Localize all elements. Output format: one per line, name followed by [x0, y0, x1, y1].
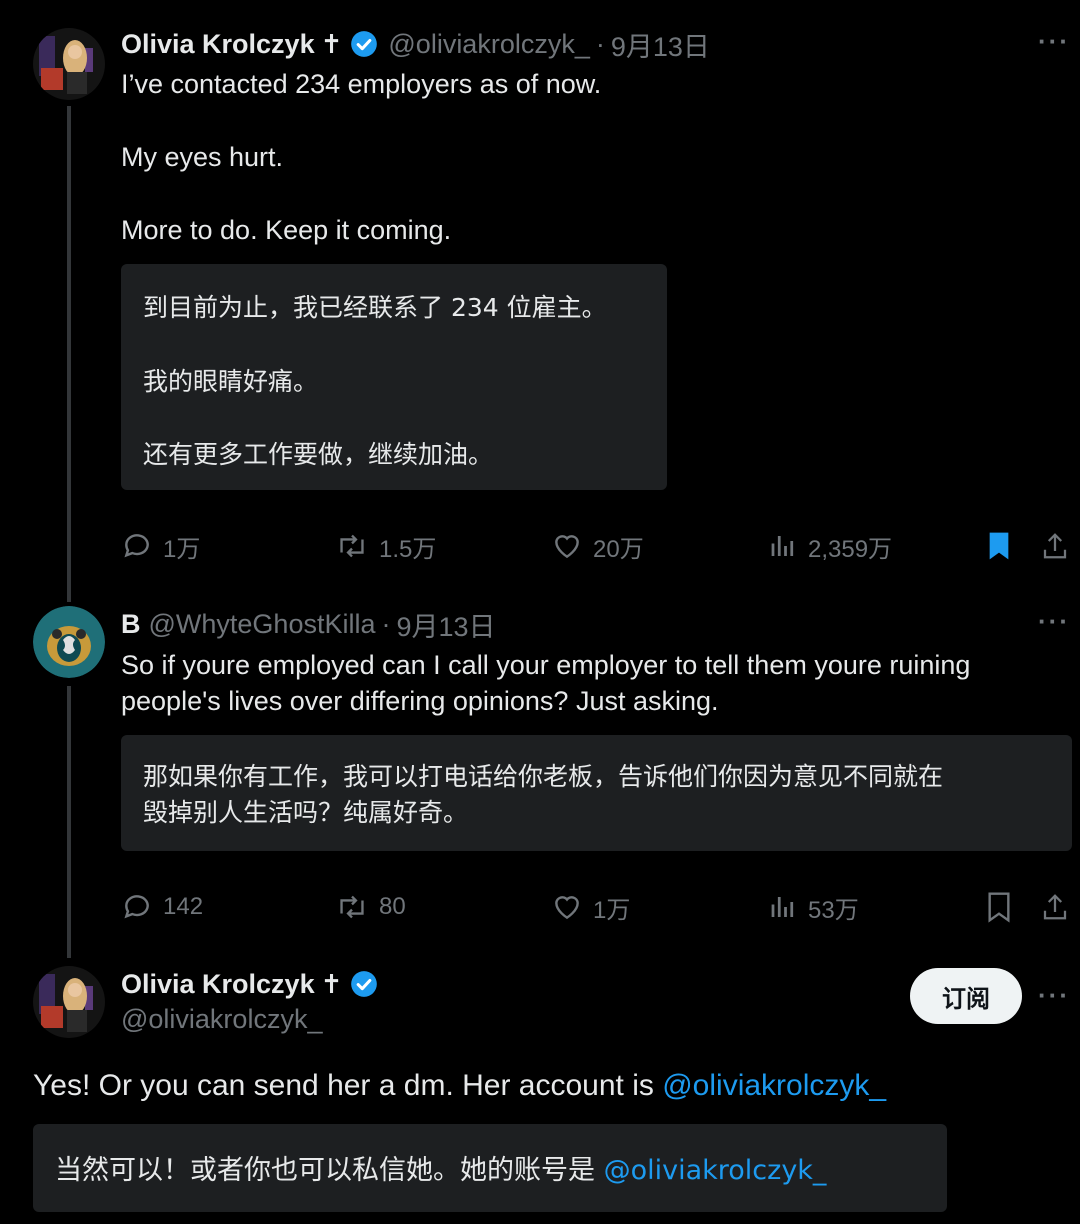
avatar-olivia[interactable]	[33, 966, 105, 1038]
retweet-icon	[340, 895, 364, 919]
avatar-olivia[interactable]	[33, 28, 105, 100]
separator-dot: ·	[595, 28, 605, 59]
tweet3-text: Yes! Or you can send her a dm. Her accou…	[33, 1066, 1063, 1106]
translation-box: 当然可以！或者你也可以私信她。她的账号是 @oliviakrolczyk_	[33, 1124, 947, 1212]
cross-icon: ✝	[320, 28, 343, 59]
retweet-count: 1.5万	[379, 535, 437, 563]
retweet-icon	[340, 534, 364, 558]
bookmark-icon	[988, 892, 1010, 923]
translation-box: 到目前为止，我已经联系了 234 位雇主。 我的眼睛好痛。 还有更多工作要做，继…	[121, 264, 667, 490]
bookmark-button[interactable]	[985, 889, 1023, 925]
author-name[interactable]: Olivia Krolczyk	[121, 969, 315, 1000]
more-options-icon[interactable]: ···	[1038, 980, 1070, 1011]
reply-button[interactable]: 1万	[121, 528, 200, 564]
share-icon	[1043, 894, 1067, 920]
mention-link[interactable]: @oliviakrolczyk_	[662, 1069, 886, 1102]
tweet1-header: Olivia Krolczyk ✝ @oliviakrolczyk_ · 9月1…	[121, 26, 710, 62]
heart-icon	[555, 535, 579, 559]
translation-line: 那如果你有工作，我可以打电话给你老板，告诉他们你因为意见不同就在	[143, 762, 944, 791]
views-chart-icon	[771, 897, 794, 917]
views-count: 2,359万	[808, 535, 893, 563]
views-chart-icon	[771, 536, 794, 556]
translation-line: 还有更多工作要做，继续加油。	[143, 440, 494, 469]
verified-badge-icon	[351, 971, 378, 997]
tweet-line: My eyes hurt.	[121, 142, 284, 172]
tweet2-header: B @WhyteGhostKilla · 9月13日	[121, 606, 496, 642]
cross-icon: ✝	[320, 968, 343, 999]
retweet-button[interactable]: 1.5万	[335, 528, 436, 564]
tweet1-text: I’ve contacted 234 employers as of now. …	[121, 66, 1021, 248]
translation-box: 那如果你有工作，我可以打电话给你老板，告诉他们你因为意见不同就在 毁掉别人生活吗…	[121, 735, 1072, 851]
translation-line: 毁掉别人生活吗？纯属好奇。	[143, 798, 469, 827]
retweet-count: 80	[379, 893, 406, 920]
avatar-b[interactable]	[33, 606, 105, 678]
reply-count: 142	[163, 893, 204, 920]
heart-icon	[555, 896, 579, 920]
tweet-date[interactable]: 9月13日	[396, 605, 495, 644]
subscribe-button[interactable]: 订阅	[910, 968, 1022, 1024]
translation-line: 我的眼睛好痛。	[143, 367, 319, 396]
tweet-line: I’ve contacted 234 employers as of now.	[121, 69, 602, 99]
reply-icon	[124, 895, 149, 919]
views-button[interactable]: 2,359万	[768, 528, 892, 564]
more-options-icon[interactable]: ···	[1038, 26, 1070, 57]
retweet-button[interactable]: 80	[335, 889, 406, 925]
author-handle[interactable]: @WhyteGhostKilla	[149, 609, 376, 640]
like-count: 20万	[593, 535, 644, 563]
tweet-line: So if youre employed can I call your emp…	[121, 650, 971, 680]
tweet3-header: Olivia Krolczyk ✝	[121, 966, 378, 1002]
author-name[interactable]: B	[121, 609, 141, 640]
tweet-line: people's lives over differing opinions? …	[121, 686, 719, 716]
author-name[interactable]: Olivia Krolczyk	[121, 29, 315, 60]
tweet2-text: So if youre employed can I call your emp…	[121, 647, 1061, 719]
thread-line-2	[67, 686, 71, 958]
translation-line: 到目前为止，我已经联系了 234 位雇主。	[143, 293, 607, 322]
translation-text: 当然可以！或者你也可以私信她。她的账号是	[55, 1155, 604, 1186]
more-options-icon[interactable]: ···	[1038, 606, 1070, 637]
reply-count: 1万	[163, 535, 201, 563]
thread-line	[67, 106, 71, 602]
share-button[interactable]	[1040, 889, 1080, 925]
views-count: 53万	[808, 896, 859, 924]
verified-badge-icon	[351, 31, 378, 57]
like-count: 1万	[593, 896, 631, 924]
like-button[interactable]: 1万	[551, 889, 630, 925]
tweet-date[interactable]: 9月13日	[611, 25, 710, 64]
like-button[interactable]: 20万	[551, 528, 644, 564]
translation-line: 当然可以！或者你也可以私信她。她的账号是 @oliviakrolczyk_	[55, 1148, 826, 1187]
separator-dot: ·	[381, 608, 391, 639]
views-button[interactable]: 53万	[768, 889, 859, 925]
author-handle[interactable]: @oliviakrolczyk_	[121, 1004, 322, 1035]
share-icon	[1043, 533, 1067, 559]
mention-link[interactable]: @oliviakrolczyk_	[604, 1155, 827, 1186]
author-handle[interactable]: @oliviakrolczyk_	[388, 29, 589, 60]
reply-icon	[124, 534, 149, 558]
bookmark-filled-icon	[989, 532, 1009, 560]
tweet-line: More to do. Keep it coming.	[121, 215, 452, 245]
tweet-body: Yes! Or you can send her a dm. Her accou…	[33, 1069, 663, 1102]
share-button[interactable]	[1040, 528, 1080, 564]
bookmark-button[interactable]	[985, 528, 1023, 564]
reply-button[interactable]: 142	[121, 889, 203, 925]
